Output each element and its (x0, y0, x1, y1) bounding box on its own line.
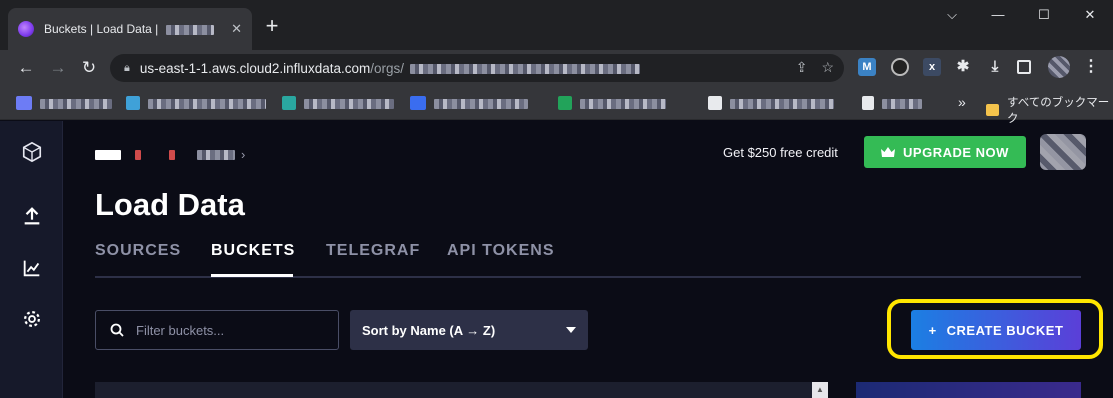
bucket-list (95, 382, 828, 398)
bookmarks-overflow-icon[interactable]: » (958, 94, 966, 110)
redacted-text (165, 24, 214, 35)
redacted-text (169, 149, 175, 160)
influxdb-favicon-icon (18, 21, 34, 37)
bookmark-favicon-icon[interactable] (708, 96, 722, 110)
extension-x-icon[interactable]: x (923, 58, 941, 76)
tab-telegraf[interactable]: TELEGRAF (326, 242, 420, 260)
url-text: us-east-1-1.aws.cloud2.influxdata.com/or… (140, 61, 640, 76)
reload-icon[interactable]: ↻ (77, 56, 101, 80)
influxdb-logo-icon[interactable] (21, 141, 43, 163)
search-icon (110, 323, 124, 337)
bookmark-item[interactable] (580, 99, 666, 109)
active-tab-indicator (211, 274, 293, 277)
bookmarks-bar: » すべてのブックマーク (0, 86, 1113, 125)
redacted-text (409, 63, 640, 74)
window-close-icon[interactable]: ✕ (1067, 0, 1113, 30)
extension-m-icon[interactable]: M (858, 58, 876, 76)
sort-dropdown[interactable]: Sort by Name (A → Z) (350, 310, 588, 350)
data-explorer-chart-icon[interactable] (21, 257, 43, 279)
tab-buckets[interactable]: BUCKETS (211, 242, 295, 260)
upgrade-label: UPGRADE NOW (903, 144, 1009, 160)
bookmark-favicon-icon[interactable] (282, 96, 296, 110)
create-bucket-label: CREATE BUCKET (946, 322, 1064, 338)
tab-title: Buckets | Load Data | (44, 22, 223, 36)
share-icon[interactable]: ⇪ (796, 59, 808, 76)
bookmark-item[interactable] (434, 99, 528, 109)
scrollbar-up-arrow-icon[interactable]: ▲ (812, 382, 828, 398)
org-breadcrumb[interactable]: › (95, 147, 245, 162)
folder-icon (986, 104, 1000, 116)
address-bar[interactable]: 🔒︎ us-east-1-1.aws.cloud2.influxdata.com… (110, 54, 844, 82)
puzzle-extensions-icon[interactable]: ✱ (954, 58, 972, 76)
forward-arrow-icon[interactable]: → (46, 56, 70, 80)
app-sidebar (0, 121, 63, 398)
redacted-text (95, 149, 121, 160)
tab-api-tokens[interactable]: API TOKENS (447, 242, 555, 260)
new-tab-button[interactable]: + (258, 13, 286, 41)
load-data-upload-icon[interactable] (21, 205, 43, 227)
browser-tab-buckets[interactable]: Buckets | Load Data | ✕ (8, 8, 252, 50)
page-title: Load Data (95, 187, 245, 222)
window-controls: ⌵ — ☐ ✕ (929, 0, 1113, 30)
crown-icon (881, 147, 896, 157)
lock-icon: 🔒︎ (124, 61, 130, 74)
profile-avatar[interactable] (1048, 56, 1070, 78)
side-info-card (856, 382, 1081, 398)
maximize-icon[interactable]: ☐ (1021, 0, 1067, 30)
download-icon[interactable]: ⤓ (986, 58, 1004, 76)
browser-toolbar: ← → ↻ 🔒︎ us-east-1-1.aws.cloud2.influxda… (0, 50, 1113, 86)
create-bucket-button[interactable]: + CREATE BUCKET (911, 310, 1081, 350)
chevron-right-icon: › (241, 147, 246, 162)
tab-sources[interactable]: SOURCES (95, 242, 181, 260)
bookmark-item[interactable] (730, 99, 834, 109)
back-arrow-icon[interactable]: ← (14, 56, 38, 80)
bookmark-item[interactable] (882, 99, 922, 109)
bookmark-favicon-icon[interactable] (862, 96, 874, 110)
browser-titlebar: Buckets | Load Data | ✕ + ⌵ — ☐ ✕ (0, 0, 1113, 50)
all-bookmarks-label: すべてのブックマーク (1007, 97, 1110, 125)
load-data-tabs: SOURCES BUCKETS TELEGRAF API TOKENS (95, 240, 1081, 278)
bookmark-item[interactable] (304, 99, 394, 109)
bookmark-favicon-icon[interactable] (410, 96, 426, 110)
bookmark-favicon-icon[interactable] (16, 96, 32, 110)
tab-search-icon[interactable]: ⌵ (929, 0, 975, 30)
upgrade-now-button[interactable]: UPGRADE NOW (864, 136, 1026, 168)
plus-icon: + (928, 322, 937, 338)
caret-down-icon (566, 327, 576, 333)
minimize-icon[interactable]: — (975, 0, 1021, 30)
bookmark-star-icon[interactable]: ☆ (821, 59, 834, 76)
user-avatar[interactable] (1040, 134, 1086, 170)
extension-dark-icon[interactable] (891, 58, 909, 76)
redacted-text (197, 149, 235, 160)
bookmark-favicon-icon[interactable] (558, 96, 572, 110)
bookmark-favicon-icon[interactable] (126, 96, 140, 110)
side-panel-icon[interactable] (1017, 60, 1031, 74)
close-tab-icon[interactable]: ✕ (231, 21, 242, 37)
free-credit-text: Get $250 free credit (723, 145, 838, 160)
filter-buckets-input[interactable] (136, 322, 326, 338)
settings-gear-icon[interactable] (21, 308, 43, 330)
filter-buckets-search (95, 310, 339, 350)
more-menu-icon[interactable]: ⋮ (1082, 58, 1100, 76)
bookmark-item[interactable] (148, 99, 266, 109)
bookmark-item[interactable] (40, 99, 112, 109)
sort-label: Sort by Name (A → Z) (362, 322, 496, 338)
all-bookmarks-folder[interactable]: すべてのブックマーク (986, 94, 1113, 126)
redacted-text (135, 149, 141, 160)
